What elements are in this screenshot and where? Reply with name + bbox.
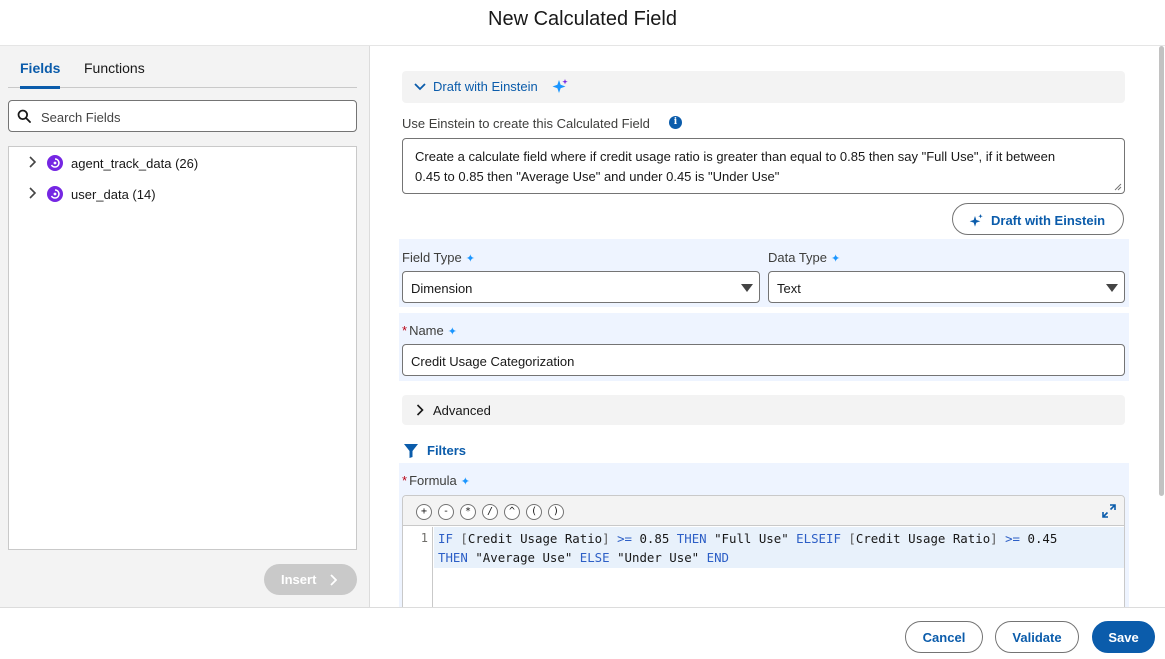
chevron-down-icon[interactable] [414,83,426,91]
data-type-select[interactable]: Text [768,271,1125,303]
advanced-label: Advanced [433,403,491,418]
code-line-1: IF [Credit Usage Ratio] >= 0.85 THEN "Fu… [438,531,1058,546]
data-object-icon [47,186,63,202]
field-type-label: Field Type ✦ [402,250,475,265]
line-number: 1 [420,531,428,545]
einstein-intro-text: Use Einstein to create this Calculated F… [402,116,650,131]
name-input[interactable]: Credit Usage Categorization [402,344,1125,376]
operator-toolbar: + - * / ^ ( ) [403,496,1124,526]
einstein-prompt-textarea[interactable]: Create a calculate field where if credit… [402,138,1125,194]
chevron-right-icon[interactable] [27,156,37,168]
tab-functions[interactable]: Functions [84,59,145,89]
dialog-header: New Calculated Field [0,0,1165,46]
tab-fields[interactable]: Fields [20,59,61,89]
tree-item-label: user_data (14) [71,187,156,202]
code-area[interactable]: IF [Credit Usage Ratio] >= 0.85 THEN "Fu… [434,527,1124,568]
formula-editor[interactable]: + - * / ^ ( ) 1 IF [Credit Usage Ratio] … [402,495,1125,607]
operator-minus-button[interactable]: - [438,504,454,520]
insert-button[interactable]: Insert [264,564,357,595]
expand-icon[interactable] [1102,504,1116,518]
resize-grip-icon[interactable] [1114,183,1122,191]
einstein-sparkle-icon [552,79,568,93]
field-editor-panel: Draft with Einstein Use Einstein to crea… [371,46,1165,607]
line-gutter: 1 [403,527,433,607]
cancel-button[interactable]: Cancel [905,621,983,653]
tree-item-label: agent_track_data (26) [71,156,199,171]
operator-open-paren-button[interactable]: ( [526,504,542,520]
fields-panel: Fields Functions agent_track_data (26) [0,46,370,607]
name-value: Credit Usage Categorization [411,354,575,369]
scrollbar[interactable] [1159,46,1164,496]
operator-multiply-button[interactable]: * [460,504,476,520]
einstein-sparkle-icon [969,214,983,227]
insert-label: Insert [281,572,317,587]
dialog-footer: Cancel Validate Save [0,607,1165,659]
info-icon[interactable]: i [669,116,682,129]
data-type-value: Text [777,281,801,296]
chevron-right-icon[interactable] [416,404,424,416]
data-type-label: Data Type ✦ [768,250,841,265]
panel-tabs: Fields Functions [8,58,357,89]
advanced-accordion[interactable]: Advanced [402,395,1125,425]
fields-tree: agent_track_data (26) user_data (14) [8,146,357,550]
operator-divide-button[interactable]: / [482,504,498,520]
save-button[interactable]: Save [1092,621,1155,653]
draft-with-einstein-button[interactable]: Draft with Einstein [952,203,1124,235]
required-mark: * [402,473,408,488]
tree-item-user-data[interactable]: user_data (14) [9,179,356,209]
formula-label: * Formula ✦ [402,473,470,488]
einstein-accordion[interactable]: Draft with Einstein [402,71,1125,103]
field-type-value: Dimension [411,281,473,296]
chevron-right-icon [330,574,337,586]
dialog-title: New Calculated Field [488,8,677,30]
data-object-icon [47,155,63,171]
name-section: * Name ✦ Credit Usage Categorization [399,313,1129,381]
types-section: Field Type ✦ Data Type ✦ Dimension Text [399,239,1129,307]
operator-close-paren-button[interactable]: ) [548,504,564,520]
code-line-2: THEN "Average Use" ELSE "Under Use" END [438,550,729,565]
filter-icon [404,444,418,458]
operator-plus-button[interactable]: + [416,504,432,520]
validate-button[interactable]: Validate [995,621,1079,653]
sparkle-icon: ✦ [831,253,841,265]
search-box[interactable] [8,100,357,132]
field-type-select[interactable]: Dimension [402,271,760,303]
prompt-line-2: 0.45 to 0.85 then "Average Use" and unde… [415,169,780,184]
dropdown-arrow-icon [741,284,753,292]
tree-item-agent-track-data[interactable]: agent_track_data (26) [9,148,356,178]
name-label: * Name ✦ [402,323,457,338]
sparkle-icon: ✦ [447,326,457,338]
operator-power-button[interactable]: ^ [504,504,520,520]
filters-label: Filters [427,443,467,458]
search-icon [17,109,31,123]
required-mark: * [402,323,408,338]
chevron-right-icon[interactable] [27,187,37,199]
einstein-accordion-label: Draft with Einstein [433,79,538,94]
dropdown-arrow-icon [1106,284,1118,292]
sparkle-icon: ✦ [465,253,475,265]
draft-button-label: Draft with Einstein [991,213,1106,228]
sparkle-icon: ✦ [460,476,470,488]
prompt-line-1: Create a calculate field where if credit… [415,149,1056,164]
search-input[interactable] [41,107,341,127]
